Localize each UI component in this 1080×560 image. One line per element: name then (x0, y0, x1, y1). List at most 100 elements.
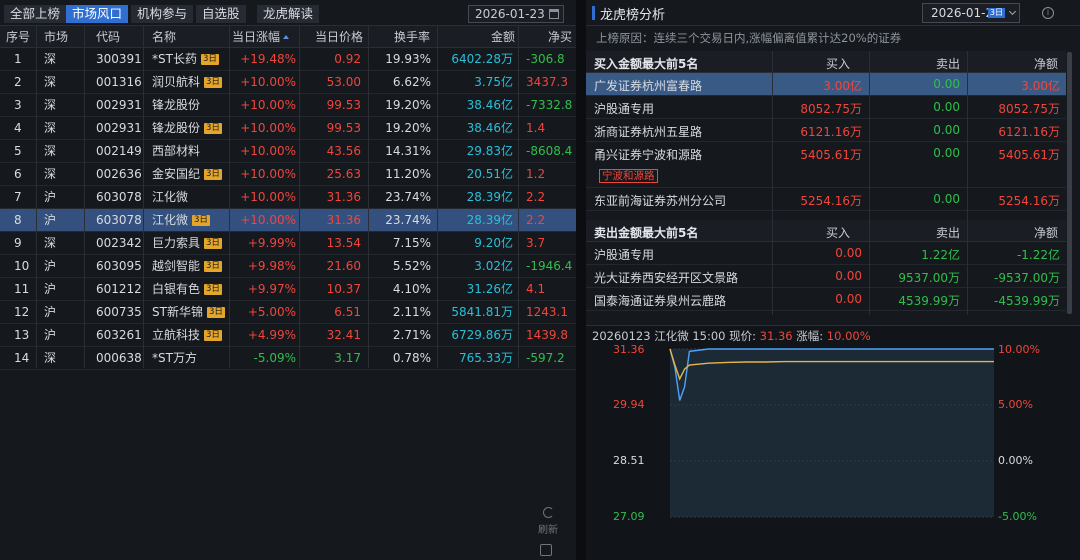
col-name[interactable]: 名称 (152, 26, 176, 48)
table-row[interactable]: 9 深 002342 巨力索具 3日 +9.99% 13.54 7.15% 9.20亿 3.7 (0, 232, 576, 255)
cell-turnover-text: 19.93% (385, 52, 431, 66)
seat-row[interactable]: 甬兴证券宁波和源路 5405.61万 0.00 5405.61万 (586, 142, 1066, 188)
cell-turnover-text: 23.74% (385, 190, 431, 204)
cell-code-text: 002931 (96, 98, 142, 112)
seat-row[interactable]: 东亚前海证券苏州分公司 5254.16万 0.00 5254.16万 (586, 188, 1066, 211)
table-row[interactable]: 2 深 001316 润贝航科 3日 +10.00% 53.00 6.62% 3.75亿 3437… (0, 71, 576, 94)
buy-top5-title: 买入金额最大前5名 (594, 57, 699, 71)
table-row[interactable]: 5 深 002149 西部材料 +10.00% 43.56 14.31% 29.83亿 -860… (0, 140, 576, 163)
tab-market-hot[interactable]: 市场风口 (66, 5, 129, 23)
cell-net-buy-text: 3437.3 (526, 75, 568, 89)
seat-row[interactable]: 沪股通专用 8052.75万 0.00 8052.75万 (586, 96, 1066, 119)
cell-turnover: 11.20% (369, 163, 431, 186)
col-price[interactable]: 当日价格 (315, 26, 363, 48)
seat-row[interactable]: 广发证券杭州富春路 3.00亿 0.00 3.00亿 (586, 73, 1066, 96)
cell-code: 002931 (96, 117, 142, 140)
seat-row[interactable]: 国泰海通证券泉州云鹿路 0.00 4539.99万 -4539.99万 (586, 288, 1066, 311)
cell-market: 深 (44, 94, 74, 117)
col-turnover[interactable]: 换手率 (394, 26, 430, 48)
cell-amount: 765.33万 (438, 347, 513, 370)
cell-change: -5.09% (232, 347, 296, 370)
table-row[interactable]: 7 沪 603078 江化微 +10.00% 31.36 23.74% 28.39亿 2.2 (0, 186, 576, 209)
col-divider (143, 26, 144, 368)
cell-turnover-text: 7.15% (392, 236, 431, 250)
table-row[interactable]: 13 沪 603261 立航科技 3日 +4.99% 32.41 2.71% 6729.86万 1… (0, 324, 576, 347)
sort-asc-icon[interactable] (283, 35, 290, 39)
buy-col-sell: 卖出 (936, 57, 961, 71)
cell-turnover: 23.74% (369, 186, 431, 209)
cell-index-text: 8 (14, 213, 22, 227)
cell-code-text: 600735 (96, 305, 142, 319)
seat-row[interactable]: 沪股通专用 0.00 1.22亿 -1.22亿 (586, 242, 1066, 265)
cell-code-text: 002342 (96, 236, 142, 250)
cell-net-buy-text: 1243.1 (526, 305, 568, 319)
calendar-icon[interactable] (549, 9, 559, 19)
period-badge: 3日 (987, 8, 1005, 18)
cell-net-buy: 2.2 (520, 186, 576, 209)
table-row[interactable]: 8 沪 603078 江化微 3日 +10.00% 31.36 23.74% 28.39亿 2.2 (0, 209, 576, 232)
cell-index-text: 5 (14, 144, 22, 158)
info-icon[interactable]: i (1042, 7, 1054, 19)
cell-amount: 3.75亿 (438, 71, 513, 94)
chevron-down-icon (1008, 7, 1017, 16)
cell-net-buy-text: 3.7 (526, 236, 546, 250)
cell-turnover-text: 11.20% (385, 167, 431, 181)
chart-header: 20260123 江化微 15:00 现价: 31.36 涨幅: 10.00% (592, 328, 871, 344)
tab-watchlist[interactable]: 自选股 (196, 5, 246, 23)
table-row[interactable]: 6 深 002636 金安国纪 3日 +10.00% 25.63 11.20% 20.51亿 1.… (0, 163, 576, 186)
table-row[interactable]: 1 深 300391 *ST长药 3日 +19.48% 0.92 19.93% 6402.28万… (0, 48, 576, 71)
scrollbar[interactable] (1067, 52, 1072, 314)
table-row[interactable]: 14 深 000638 *ST万方 -5.09% 3.17 0.78% 765.33万 -597… (0, 347, 576, 370)
col-amount[interactable]: 金额 (491, 26, 515, 48)
table-row[interactable]: 10 沪 603095 越剑智能 3日 +9.98% 21.60 5.52% 3.02亿 -194… (0, 255, 576, 278)
seat-row[interactable]: 浙商证券杭州五星路 6121.16万 0.00 6121.16万 (586, 119, 1066, 142)
cell-price: 25.63 (300, 163, 361, 186)
analysis-date-select[interactable]: 2026-01-23 3日 (922, 3, 1020, 23)
col-index[interactable]: 序号 (6, 26, 30, 48)
table-row[interactable]: 11 沪 601212 白银有色 3日 +9.97% 10.37 4.10% 31.26亿 4.1 (0, 278, 576, 301)
table-row[interactable]: 12 沪 600735 ST新华锦 3日 +5.00% 6.51 2.11% 5841.81万 1… (0, 301, 576, 324)
cell-turnover: 19.20% (369, 94, 431, 117)
seat-sell: 0.00 (933, 100, 960, 114)
cell-index: 2 (14, 71, 34, 94)
cell-change-text: +4.99% (247, 328, 296, 342)
sell-top5-header: 卖出金额最大前5名 买入 卖出 净额 (586, 220, 1066, 242)
cell-net-buy-text: -1946.4 (526, 259, 573, 273)
period-badge: 3日 (204, 169, 222, 180)
tab-bar: 全部上榜 市场风口 机构参与 自选股 龙虎解读 2026-01-23 (0, 0, 576, 26)
col-divider (368, 26, 369, 368)
cell-price-text: 21.60 (326, 259, 361, 273)
y-left-tick: 28.51 (613, 454, 645, 467)
cell-name: 立航科技 3日 (152, 324, 228, 347)
cell-name-text: *ST万方 (152, 351, 197, 365)
cell-code: 001316 (96, 71, 142, 94)
cell-change: +4.99% (232, 324, 296, 347)
branch-tag[interactable]: 宁波和源路 (599, 169, 658, 183)
date-picker[interactable]: 2026-01-23 (468, 5, 564, 23)
col-net-buy[interactable]: 净买 (548, 26, 576, 48)
col-change[interactable]: 当日涨幅 (232, 26, 290, 48)
col-market[interactable]: 市场 (44, 26, 68, 48)
cell-price-text: 0.92 (334, 52, 361, 66)
seat-net: 5405.61万 (998, 148, 1060, 162)
cell-name-text: *ST长药 (152, 52, 197, 66)
cell-name: 越剑智能 3日 (152, 255, 228, 278)
refresh-button[interactable]: 刷新 (534, 507, 562, 536)
panel-divider[interactable] (576, 0, 586, 560)
cell-market: 沪 (44, 324, 74, 347)
table-row[interactable]: 3 深 002931 锋龙股份 +10.00% 99.53 19.20% 38.46亿 -733… (0, 94, 576, 117)
sell-col-sell: 卖出 (936, 226, 961, 240)
table-row[interactable]: 4 深 002931 锋龙股份 3日 +10.00% 99.53 19.20% 38.46亿 1.… (0, 117, 576, 140)
tab-all[interactable]: 全部上榜 (4, 5, 67, 23)
period-badge: 3日 (204, 77, 222, 88)
cell-price: 3.17 (300, 347, 361, 370)
cell-index-text: 12 (14, 305, 30, 319)
seat-name: 广发证券杭州富春路 (594, 79, 703, 93)
seat-row[interactable]: 光大证券西安经开区文景路 0.00 9537.00万 -9537.00万 (586, 265, 1066, 288)
cell-net-buy-text: -597.2 (526, 351, 565, 365)
tab-institution[interactable]: 机构参与 (131, 5, 194, 23)
col-code[interactable]: 代码 (96, 26, 120, 48)
tab-interpretation[interactable]: 龙虎解读 (257, 5, 320, 23)
cell-price-text: 32.41 (326, 328, 361, 342)
edit-icon[interactable] (540, 544, 552, 556)
